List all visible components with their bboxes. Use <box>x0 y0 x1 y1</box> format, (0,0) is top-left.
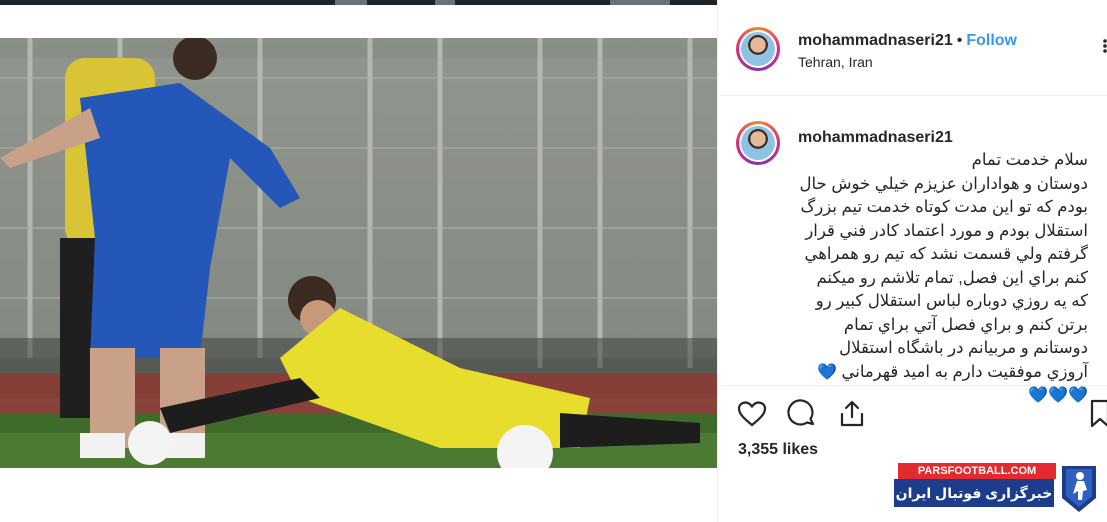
follow-button[interactable]: Follow <box>966 32 1017 49</box>
header-line: mohammadnaseri21 • Follow <box>798 32 1017 50</box>
caption-line-with-emoji: آروزي موفقيت دارم به اميد قهرماني 💙 <box>798 361 1088 385</box>
post-side-panel: mohammadnaseri21 • Follow Tehran, Iran moh… <box>717 0 1107 522</box>
header-avatar[interactable] <box>736 27 780 71</box>
caption-line: كنم براي اين فصل, تمام تلاشم رو ميكنم <box>816 268 1088 287</box>
parsfootball-watermark: PARSFOOTBALL.COM خبرگزاری فوتبال ایران <box>888 462 1103 517</box>
save-bookmark-icon[interactable] <box>1088 398 1107 430</box>
likes-count[interactable]: 3,355 likes <box>738 441 818 459</box>
caption-avatar[interactable] <box>736 121 780 165</box>
caption-line: بودم كه تو اين مدت كوتاه خدمت تيم بزرگ <box>800 198 1088 216</box>
location-link[interactable]: Tehran, Iran <box>798 54 873 70</box>
caption-line: دوستانم و مربيانم در باشگاه استقلال <box>839 339 1088 357</box>
parsfootball-logo-icon <box>1062 466 1096 512</box>
caption-line: كه يه روزي دوباره لباس استقلال كبير رو <box>815 292 1088 310</box>
caption-username[interactable]: mohammadnaseri21 <box>798 129 953 147</box>
more-options-icon[interactable] <box>1094 38 1107 54</box>
watermark-site: PARSFOOTBALL.COM <box>898 463 1056 479</box>
caption-line: گرفتم ولي قسمت نشد كه تيم رو همراهي <box>804 245 1088 263</box>
caption-line: برتن كنم و براي فصل آتي براي تمام <box>843 315 1088 334</box>
action-bar <box>718 385 1107 446</box>
like-heart-icon[interactable] <box>736 398 768 430</box>
caption-line: استقلال بودم و مورد اعتماد كادر فني قرار <box>805 221 1088 240</box>
separator-dot: • <box>956 32 963 49</box>
post-header: mohammadnaseri21 • Follow Tehran, Iran <box>718 0 1107 96</box>
header-username[interactable]: mohammadnaseri21 <box>798 32 953 49</box>
caption-line: آروزي موفقيت دارم به اميد قهرماني <box>841 362 1088 381</box>
caption-line: سلام خدمت تمام <box>971 151 1088 169</box>
post-photo[interactable] <box>0 38 717 468</box>
comment-icon[interactable] <box>786 398 818 430</box>
football-training-photo <box>0 38 717 468</box>
caption-comment: mohammadnaseri21 سلام خدمت تمام دوستان و… <box>718 96 1107 404</box>
share-icon[interactable] <box>836 398 868 430</box>
previous-post-strip <box>0 0 717 5</box>
caption-text: سلام خدمت تمام دوستان و هواداران عزيزم خ… <box>798 149 1088 408</box>
caption-line: دوستان و هواداران عزيزم خيلي خوش حال <box>799 174 1088 193</box>
watermark-tagline: خبرگزاری فوتبال ایران <box>894 479 1054 507</box>
blue-heart-emoji: 💙 <box>816 363 837 381</box>
